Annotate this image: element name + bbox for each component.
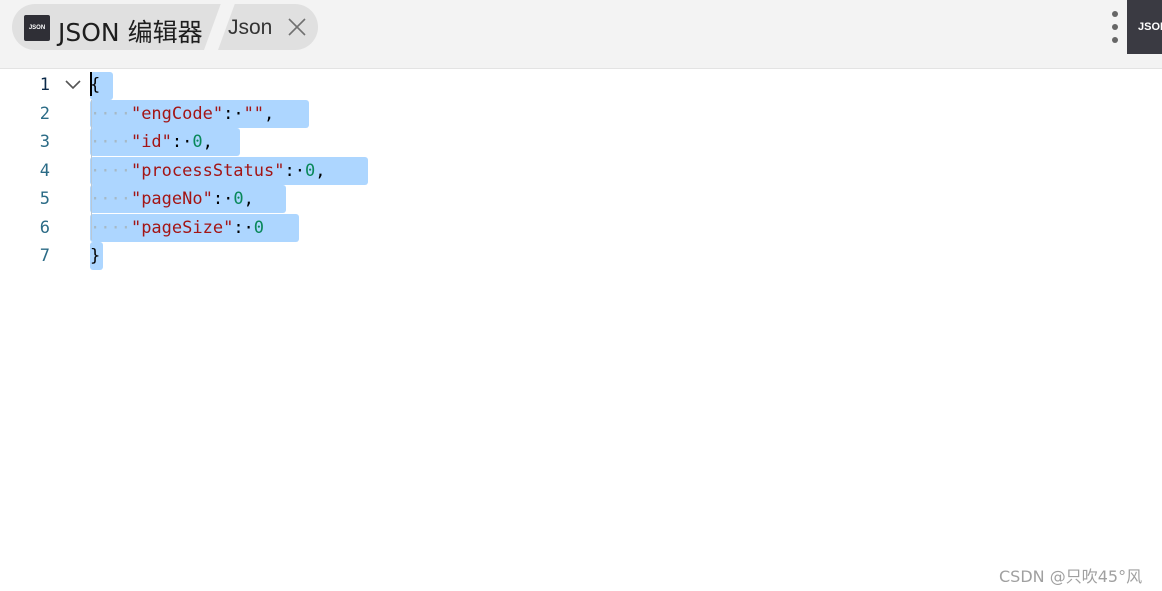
json-key: "pageNo"	[130, 189, 213, 209]
colon: :·	[223, 104, 244, 124]
tab-json[interactable]: Json	[226, 4, 318, 50]
close-brace: }	[90, 246, 101, 266]
json-value: 0	[304, 161, 316, 181]
json-key: "processStatus"	[130, 161, 285, 181]
chevron-down-icon[interactable]	[64, 79, 82, 91]
line-number: 7	[39, 246, 50, 266]
app-tab[interactable]: JSON JSON 编辑器	[12, 4, 222, 50]
colon: :·	[171, 132, 193, 152]
json-value: ""	[243, 104, 265, 124]
indent-dots: ····	[90, 104, 131, 124]
code-line: ····"engCode":·"",	[90, 100, 274, 128]
corner-json-logo-icon[interactable]: JSON	[1127, 0, 1162, 54]
watermark: CSDN @只吹45°风	[999, 567, 1143, 586]
code-editor[interactable]: 1 2 3 4 5 6 7 { ····"engCode":·"", ····"…	[0, 70, 1162, 591]
comma: ,	[315, 161, 326, 181]
code-line: }	[90, 242, 100, 270]
indent-dots: ····	[90, 161, 131, 181]
line-number: 5	[39, 189, 50, 209]
open-brace: {	[90, 75, 101, 95]
json-logo-icon: JSON	[24, 15, 50, 41]
json-key: "engCode"	[130, 104, 224, 124]
line-number: 6	[39, 218, 50, 238]
comma: ,	[264, 104, 275, 124]
code-line: ····"processStatus":·0,	[90, 157, 325, 185]
more-menu-icon[interactable]	[1108, 10, 1122, 44]
app-title: JSON 编辑器	[58, 18, 203, 47]
json-key: "id"	[130, 132, 172, 152]
json-value: 0	[233, 189, 244, 209]
comma: ,	[243, 189, 254, 209]
json-key: "pageSize"	[130, 218, 234, 238]
comma: ,	[202, 132, 213, 152]
colon: :·	[233, 218, 254, 238]
line-number: 3	[39, 132, 50, 152]
json-value: 0	[192, 132, 203, 152]
indent-dots: ····	[90, 218, 131, 238]
line-number: 4	[39, 161, 50, 181]
colon: :·	[212, 189, 234, 209]
app-header: JSON JSON 编辑器 Json JSON	[0, 0, 1162, 69]
line-number: 2	[39, 104, 50, 124]
line-number: 1	[39, 75, 50, 95]
tab-bar: JSON JSON 编辑器 Json	[12, 4, 318, 50]
code-line: ····"pageSize":·0	[90, 214, 264, 242]
code-line: ····"id":·0,	[90, 128, 213, 156]
indent-dots: ····	[90, 132, 131, 152]
indent-dots: ····	[90, 189, 131, 209]
code-line: ····"pageNo":·0,	[90, 185, 254, 213]
json-value: 0	[253, 218, 265, 238]
close-icon[interactable]	[287, 17, 307, 37]
code-line: {	[90, 71, 100, 99]
colon: :·	[284, 161, 305, 181]
tab-json-label: Json	[228, 16, 273, 39]
